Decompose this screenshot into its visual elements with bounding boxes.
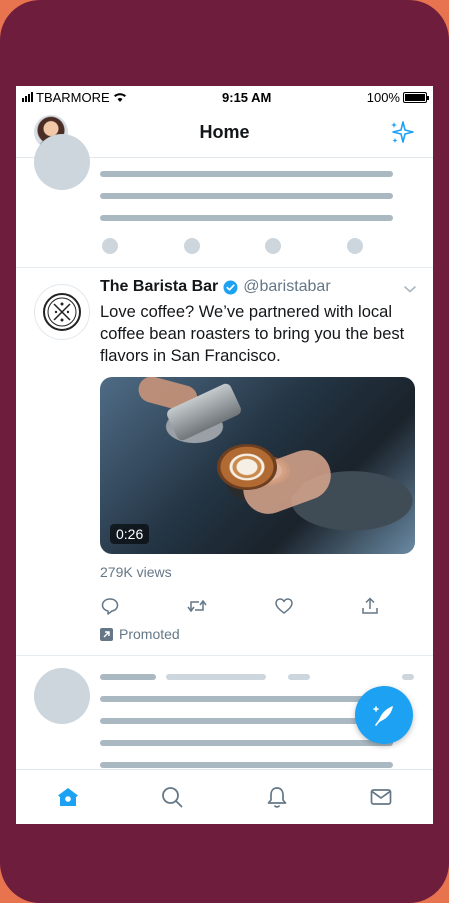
- skeleton-line: [100, 215, 393, 221]
- promoted-text: Promoted: [119, 626, 180, 642]
- skeleton-line: [100, 740, 393, 746]
- carrier-label: TBARMORE: [36, 89, 110, 105]
- tweet-header: The Barista Bar @baristabar: [100, 278, 417, 296]
- chevron-down-icon[interactable]: [403, 282, 417, 296]
- skeleton-action: [265, 238, 281, 254]
- user-handle[interactable]: @baristabar: [243, 278, 330, 296]
- skeleton-avatar: [34, 668, 90, 724]
- signal-icon: [22, 92, 33, 102]
- skeleton-line: [100, 193, 393, 199]
- loading-tweet-placeholder: [16, 134, 433, 268]
- compose-tweet-button[interactable]: [355, 686, 413, 744]
- skeleton-line: [100, 171, 393, 177]
- verified-badge-icon: [223, 280, 238, 295]
- view-count: 279K views: [100, 564, 172, 580]
- tab-search[interactable]: [152, 777, 192, 817]
- skeleton-line: [402, 674, 414, 680]
- tweet-video[interactable]: 0:26: [100, 377, 415, 554]
- status-left: TBARMORE: [22, 90, 127, 105]
- skeleton-line: [100, 718, 393, 724]
- skeleton-line: [100, 674, 156, 680]
- tweet-text: Love coffee? We’ve partnered with local …: [100, 303, 405, 365]
- skeleton-action: [347, 238, 363, 254]
- barista-logo-icon: [43, 293, 81, 331]
- bottom-tab-bar: [16, 769, 433, 824]
- video-duration: 0:26: [110, 524, 150, 544]
- mail-icon: [370, 789, 392, 805]
- share-icon[interactable]: [360, 596, 380, 616]
- phone-frame: TBARMORE 9:15 AM 100% Home The Barista B…: [0, 0, 449, 903]
- battery-icon: [402, 91, 429, 103]
- page-title: Home: [199, 122, 250, 142]
- brand-logo[interactable]: [34, 284, 90, 340]
- skeleton-avatar: [34, 134, 90, 190]
- skeleton-line: [100, 696, 393, 702]
- battery-label: 100%: [366, 89, 400, 105]
- tab-messages[interactable]: [361, 777, 401, 817]
- skeleton-line: [166, 674, 266, 680]
- retweet-icon[interactable]: [186, 596, 208, 616]
- promoted-icon: [100, 627, 113, 641]
- status-bar: TBARMORE 9:15 AM 100%: [16, 86, 433, 108]
- reply-icon[interactable]: [100, 596, 120, 616]
- display-name[interactable]: The Barista Bar: [100, 278, 218, 296]
- like-icon[interactable]: [274, 596, 294, 616]
- tab-notifications[interactable]: [257, 777, 297, 817]
- video-frame-detail: [216, 444, 277, 491]
- clock: 9:15 AM: [222, 89, 272, 105]
- bell-icon: [267, 787, 286, 808]
- sparkle-icon[interactable]: [389, 120, 415, 146]
- skeleton-action: [184, 238, 200, 254]
- home-icon: [58, 788, 79, 806]
- skeleton-action: [102, 238, 118, 254]
- wifi-icon: [113, 93, 126, 102]
- search-icon: [162, 787, 183, 808]
- skeleton-line: [100, 762, 393, 768]
- status-right: 100%: [366, 89, 429, 105]
- skeleton-line: [288, 674, 310, 680]
- screen: TBARMORE 9:15 AM 100% Home The Barista B…: [16, 86, 433, 824]
- compose-feather-icon: [373, 706, 393, 726]
- promoted-label[interactable]: Promoted: [100, 626, 180, 642]
- tab-home[interactable]: [48, 777, 88, 817]
- tweet-actions: [100, 596, 380, 616]
